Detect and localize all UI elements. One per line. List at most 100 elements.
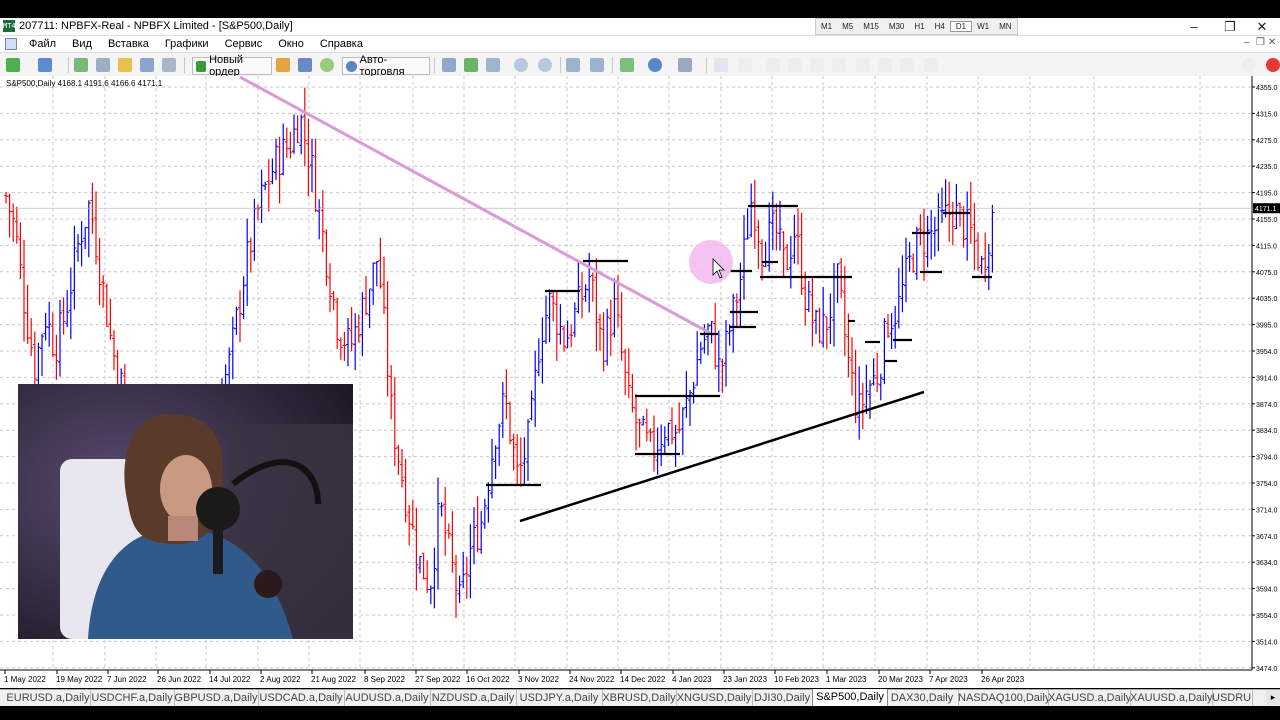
chart-tab-12[interactable]: NASDAQ100,Daily xyxy=(958,690,1049,706)
new-chart-button[interactable] xyxy=(6,57,20,73)
new-order-button[interactable]: Новый ордер xyxy=(192,54,272,78)
auto-trading-button[interactable]: Авто-торговля xyxy=(342,54,430,78)
minimize-button[interactable]: – xyxy=(1176,18,1212,35)
search-button[interactable] xyxy=(1242,57,1256,73)
text-tool-button[interactable] xyxy=(878,57,892,73)
channel-button[interactable] xyxy=(832,57,846,73)
mdi-restore-icon[interactable]: ❐ xyxy=(1256,37,1265,48)
zoom-out-button[interactable] xyxy=(538,57,552,73)
candle-bar xyxy=(720,358,725,393)
chart-tab-14[interactable]: XAUUSD.a,Daily xyxy=(1130,690,1213,706)
market-watch-button[interactable] xyxy=(74,57,88,73)
candle-bar xyxy=(756,220,761,269)
menu-item-4[interactable]: Сервис xyxy=(217,38,271,50)
text-label-button[interactable] xyxy=(900,57,914,73)
candle-bar xyxy=(479,511,484,554)
fibonacci-icon xyxy=(856,58,870,72)
horizontal-line-icon xyxy=(788,58,802,72)
timeframe-h1-button[interactable]: H1 xyxy=(909,22,929,31)
chart-tab-0[interactable]: EURUSD.a,Daily xyxy=(6,690,91,706)
candle-bar xyxy=(446,523,451,539)
price-tick-label: 4235.0 xyxy=(1256,164,1278,171)
resistance-trendline[interactable] xyxy=(239,76,711,335)
trendline-button[interactable] xyxy=(810,57,824,73)
auto-scroll-button[interactable] xyxy=(566,57,580,73)
alert-button[interactable] xyxy=(1266,57,1280,73)
timeframe-h4-button[interactable]: H4 xyxy=(930,22,950,31)
menu-item-6[interactable]: Справка xyxy=(312,38,371,50)
date-tick-label: 3 Nov 2022 xyxy=(518,675,559,684)
metaeditor-button[interactable] xyxy=(276,57,290,73)
chart-shift-button[interactable] xyxy=(590,57,604,73)
candle-bar xyxy=(529,390,534,421)
navigator-button[interactable] xyxy=(118,57,132,73)
candle-bar xyxy=(259,169,264,223)
date-tick-label: 1 Mar 2023 xyxy=(826,675,867,684)
maximize-button[interactable]: ❐ xyxy=(1212,18,1248,35)
tabs-scroll-right-button[interactable]: ▸ xyxy=(1266,690,1280,705)
cursor-tool-button[interactable] xyxy=(714,57,728,73)
chart-tab-4[interactable]: AUDUSD.a,Daily xyxy=(344,690,431,706)
close-button[interactable]: ✕ xyxy=(1244,18,1280,35)
profiles-button[interactable] xyxy=(38,57,52,73)
chart-tab-2[interactable]: GBPUSD.a,Daily xyxy=(174,690,259,706)
support-trendline[interactable] xyxy=(519,390,925,523)
timeframe-mn-button[interactable]: MN xyxy=(994,22,1016,31)
menu-item-3[interactable]: Графики xyxy=(157,38,217,50)
cursor-icon xyxy=(714,58,728,72)
candle-bar xyxy=(7,193,12,238)
periods-button[interactable] xyxy=(648,57,662,73)
tester-button[interactable] xyxy=(162,57,176,73)
candle-bar xyxy=(792,214,797,264)
chart-tab-8[interactable]: XNGUSD,Daily xyxy=(676,690,753,706)
menu-item-1[interactable]: Вид xyxy=(64,38,100,50)
candle-bar xyxy=(842,266,847,356)
candle-bar xyxy=(418,556,422,574)
candle-bar xyxy=(889,313,894,350)
chart-tab-15[interactable]: USDRUB xyxy=(1212,690,1253,706)
mail-button[interactable] xyxy=(298,57,312,73)
mdi-minimize-icon[interactable]: – xyxy=(1244,37,1250,48)
chart-tab-5[interactable]: NZDUSD.a,Daily xyxy=(430,690,517,706)
line-chart-button[interactable] xyxy=(486,57,500,73)
menu-item-5[interactable]: Окно xyxy=(270,38,312,50)
templates-button[interactable] xyxy=(678,57,692,73)
timeframe-m5-button[interactable]: M5 xyxy=(837,22,858,31)
signals-button[interactable] xyxy=(320,57,334,73)
timeframe-w1-button[interactable]: W1 xyxy=(972,22,994,31)
data-window-button[interactable] xyxy=(96,57,110,73)
timeframe-d1-button[interactable]: D1 xyxy=(949,21,973,32)
line-chart-icon xyxy=(486,58,500,72)
arrows-button[interactable] xyxy=(924,57,938,73)
candle-bar xyxy=(410,499,415,530)
chart-tab-6[interactable]: USDJPY.a,Daily xyxy=(516,690,603,706)
candle-chart-button[interactable] xyxy=(464,57,478,73)
chart-tab-1[interactable]: USDCHF.a,Daily xyxy=(90,690,175,706)
candle-bar xyxy=(612,278,617,338)
date-tick-label: 21 Aug 2022 xyxy=(311,675,356,684)
date-tick-label: 24 Nov 2022 xyxy=(569,675,615,684)
chart-tab-3[interactable]: USDCAD.a,Daily xyxy=(258,690,345,706)
candle-bar xyxy=(576,262,581,314)
crosshair-tool-button[interactable] xyxy=(738,57,752,73)
bar-chart-button[interactable] xyxy=(442,57,456,73)
horizontal-line-button[interactable] xyxy=(788,57,802,73)
mdi-close-icon[interactable]: ✕ xyxy=(1268,37,1276,48)
chart-tab-11[interactable]: DAX30,Daily xyxy=(886,690,959,706)
candle-bar xyxy=(691,382,696,404)
vertical-line-button[interactable] xyxy=(766,57,780,73)
candle-bar xyxy=(450,511,455,573)
chart-tab-9[interactable]: DJI30,Daily xyxy=(752,690,813,706)
menu-item-2[interactable]: Вставка xyxy=(100,38,157,50)
chart-tab-7[interactable]: XBRUSD,Daily xyxy=(602,690,677,706)
menu-item-0[interactable]: Файл xyxy=(21,38,64,50)
fibonacci-button[interactable] xyxy=(856,57,870,73)
chart-tab-10[interactable]: S&P500,Daily xyxy=(812,689,888,707)
terminal-button[interactable] xyxy=(140,57,154,73)
timeframe-m15-button[interactable]: M15 xyxy=(858,22,884,31)
chart-tab-13[interactable]: XAGUSD.a,Daily xyxy=(1048,690,1131,706)
timeframe-m1-button[interactable]: M1 xyxy=(816,22,837,31)
indicators-button[interactable] xyxy=(620,57,634,73)
timeframe-m30-button[interactable]: M30 xyxy=(884,22,910,31)
zoom-in-button[interactable] xyxy=(514,57,528,73)
